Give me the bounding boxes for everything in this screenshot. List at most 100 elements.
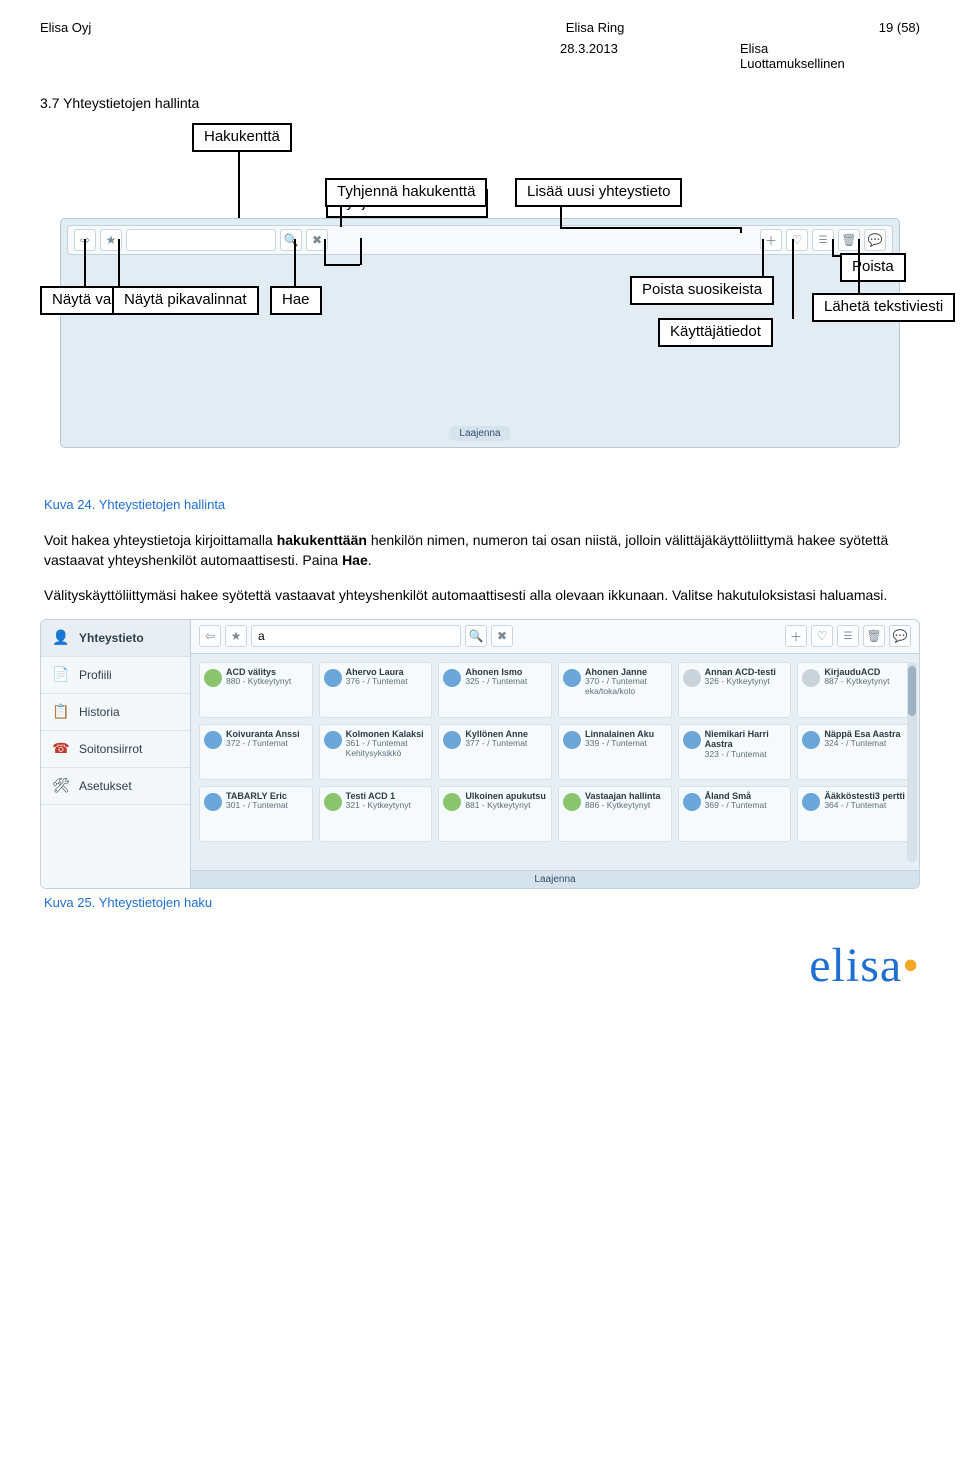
back-icon[interactable]: ⇦ [199,625,221,647]
sms-icon[interactable]: 💬 [889,625,911,647]
favorites-icon[interactable]: ★ [225,625,247,647]
profiili-icon: 📄 [51,667,71,683]
contact-card[interactable]: Koivuranta Anssi372 - / Tuntemat [199,724,313,780]
section-title: 3.7 Yhteystietojen hallinta [40,95,920,111]
label-hakukentta: Hakukenttä [192,123,292,152]
presence-icon [563,731,581,749]
brand-line: Elisa [740,41,768,56]
contact-status: 321 - Kytkeytynyt [346,801,411,811]
asetukset-icon: 🛠 [51,778,71,794]
presence-icon [563,669,581,687]
presence-icon [683,793,701,811]
contact-card[interactable]: KirjauduACD887 - Kytkeytynyt [797,662,911,718]
contact-card[interactable]: Ääkköstesti3 pertti364 - / Tuntemat [797,786,911,842]
search-icon[interactable]: 🔍 [280,229,302,251]
contact-status: 376 - / Tuntemat [346,677,408,687]
contact-card[interactable]: Ulkoinen apukutsu881 - Kytkeytynyt [438,786,552,842]
sidebar-item-label: Yhteystieto [79,631,144,645]
paragraph-1: Voit hakea yhteystietoja kirjoittamalla … [44,530,916,571]
expand-label[interactable]: Laajenna [449,426,510,441]
contact-card[interactable]: Kyllönen Anne377 - / Tuntemat [438,724,552,780]
label-tyhjenna-top: Tyhjennä hakukenttä [325,178,487,207]
presence-icon [683,669,701,687]
doc-date: 28.3.2013 [560,41,740,71]
contact-status: 887 - Kytkeytynyt [824,677,889,687]
sms-icon[interactable]: 💬 [864,229,886,251]
sidebar: 👤Yhteystieto 📄 Profiili 📋Historia ☎ Soitonsii… [41,620,191,888]
presence-icon [204,669,222,687]
paragraph-2: Välityskäyttöliittymäsi hakee syötettä v… [44,585,916,605]
sidebar-item-yhteystieto[interactable]: 👤Yhteystieto [41,620,190,657]
expand-bar[interactable]: Laajenna [191,870,919,888]
remove-favorite-icon[interactable]: ♡ [786,229,808,251]
contact-status: 339 - / Tuntemat [585,739,654,749]
label-poista-suosikeista: Poista suosikeista [630,276,774,305]
sidebar-item-asetukset[interactable]: 🛠Asetukset [41,768,190,805]
contact-status: 370 - / Tuntemat eka/toka/kolo [585,677,667,697]
contact-status: 301 - / Tuntemat [226,801,288,811]
diagram-toolbar-annotations: Hakukenttä ⇨ ★ 🔍 ✖ ＋ ♡ ☰ 🗑 💬 Laajenna Nä… [40,123,920,483]
search-icon[interactable]: 🔍 [465,625,487,647]
label-kayttajatiedot: Käyttäjätiedot [658,318,773,347]
label-nayta-pika: Näytä pikavalinnat [112,286,259,315]
sidebar-item-label: Profiili [79,668,112,682]
sidebar-item-historia[interactable]: 📋Historia [41,694,190,731]
contact-card[interactable]: Niemikari Harri Aastra323 - / Tuntemat [678,724,792,780]
confidentiality: Luottamuksellinen [740,56,845,71]
contact-card[interactable]: Åland Små369 - / Tuntemat [678,786,792,842]
contact-card[interactable]: Vastaajan hallinta886 - Kytkeytynyt [558,786,672,842]
presence-icon [204,731,222,749]
presence-icon [324,731,342,749]
add-contact-icon[interactable]: ＋ [785,625,807,647]
contact-card[interactable]: ACD välitys880 - Kytkeytynyt [199,662,313,718]
sidebar-item-profiili[interactable]: 📄 Profiili [41,657,190,694]
presence-icon [683,731,701,749]
contact-card[interactable]: Ahervo Laura376 - / Tuntemat [319,662,433,718]
search-input[interactable] [126,229,276,251]
panel: ⇨ ★ 🔍 ✖ ＋ ♡ ☰ 🗑 💬 Laajenna [60,218,900,448]
contact-status: 325 - / Tuntemat [465,677,527,687]
contact-status: 881 - Kytkeytynyt [465,801,546,811]
presence-icon [443,731,461,749]
presence-icon [324,669,342,687]
contact-card[interactable]: Annan ACD-testi326 - Kytkeytynyt [678,662,792,718]
page-counter: 19 (58) [879,20,920,35]
contact-status: 326 - Kytkeytynyt [705,677,776,687]
clear-icon[interactable]: ✖ [491,625,513,647]
label-hae: Hae [270,286,322,315]
presence-icon [324,793,342,811]
presence-icon [802,669,820,687]
results-toolbar: ⇦ ★ 🔍 ✖ ＋ ♡ ☰ 🗑 💬 [191,620,919,654]
soitonsiirrot-icon: ☎ [51,741,71,757]
delete-icon[interactable]: 🗑 [838,229,860,251]
contact-status: 880 - Kytkeytynyt [226,677,291,687]
contact-status: 323 - / Tuntemat [705,750,787,760]
contact-card[interactable]: Ahonen Ismo325 - / Tuntemat [438,662,552,718]
sidebar-item-label: Soitonsiirrot [79,742,142,756]
contact-status: 372 - / Tuntemat [226,739,300,749]
contact-card[interactable]: Kolmonen Kalaksi361 - / Tuntemat Kehitys… [319,724,433,780]
user-info-icon[interactable]: ☰ [812,229,834,251]
remove-favorite-icon[interactable]: ♡ [811,625,833,647]
label-poista: Poista [840,253,906,282]
contact-status: 324 - / Tuntemat [824,739,900,749]
product-name: Elisa Ring [566,20,625,35]
delete-icon[interactable]: 🗑 [863,625,885,647]
presence-icon [204,793,222,811]
user-info-icon[interactable]: ☰ [837,625,859,647]
contact-card[interactable]: Testi ACD 1321 - Kytkeytynyt [319,786,433,842]
scrollbar[interactable] [907,662,917,862]
label-laheta-sms: Lähetä tekstiviesti [812,293,955,322]
contact-card[interactable]: Linnalainen Aku339 - / Tuntemat [558,724,672,780]
sidebar-item-label: Historia [79,705,120,719]
contact-card[interactable]: TABARLY Eric301 - / Tuntemat [199,786,313,842]
sidebar-item-soitonsiirrot[interactable]: ☎ Soitonsiirrot [41,731,190,768]
contact-card[interactable]: Ahonen Janne370 - / Tuntemat eka/toka/ko… [558,662,672,718]
results-screenshot: 👤Yhteystieto 📄 Profiili 📋Historia ☎ Soitonsii… [40,619,920,889]
contacts-grid: ACD välitys880 - KytkeytynytAhervo Laura… [191,654,919,870]
contact-card[interactable]: Näppä Esa Aastra324 - / Tuntemat [797,724,911,780]
contact-status: 377 - / Tuntemat [465,739,528,749]
presence-icon [563,793,581,811]
presence-icon [802,731,820,749]
search-input[interactable] [251,625,461,647]
